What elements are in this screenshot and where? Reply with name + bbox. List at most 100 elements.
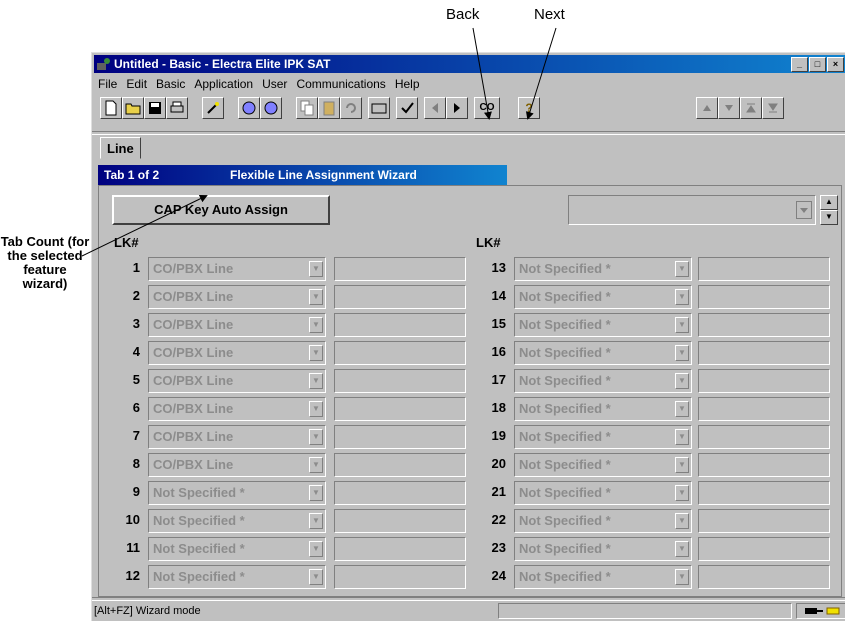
menu-user[interactable]: User (262, 75, 287, 93)
line-key-type-dropdown[interactable]: Not Specified * ▼ (514, 285, 692, 309)
line-key-type-dropdown[interactable]: CO/PBX Line ▼ (148, 369, 326, 393)
line-key-type-dropdown[interactable]: Not Specified * ▼ (514, 425, 692, 449)
line-key-type-dropdown[interactable]: CO/PBX Line ▼ (148, 425, 326, 449)
line-key-extra-field[interactable] (334, 509, 466, 533)
chevron-down-icon[interactable]: ▼ (309, 261, 323, 277)
scroll-down-icon[interactable] (718, 97, 740, 119)
menu-application[interactable]: Application (194, 75, 253, 93)
spin-down-icon[interactable]: ▼ (820, 210, 838, 225)
line-key-type-dropdown[interactable]: CO/PBX Line ▼ (148, 285, 326, 309)
line-key-extra-field[interactable] (698, 509, 830, 533)
menu-basic[interactable]: Basic (156, 75, 185, 93)
chevron-down-icon[interactable]: ▼ (309, 345, 323, 361)
chevron-down-icon[interactable]: ▼ (675, 401, 689, 417)
chevron-down-icon[interactable]: ▼ (309, 457, 323, 473)
new-file-icon[interactable] (100, 97, 122, 119)
line-key-extra-field[interactable] (334, 369, 466, 393)
line-key-type-dropdown[interactable]: CO/PBX Line ▼ (148, 453, 326, 477)
line-key-type-dropdown[interactable]: CO/PBX Line ▼ (148, 257, 326, 281)
menu-communications[interactable]: Communications (296, 75, 385, 93)
line-key-extra-field[interactable] (334, 453, 466, 477)
wizard-wand-icon[interactable] (202, 97, 224, 119)
line-key-extra-field[interactable] (698, 565, 830, 589)
line-key-type-dropdown[interactable]: Not Specified * ▼ (514, 341, 692, 365)
line-key-type-dropdown[interactable]: CO/PBX Line ▼ (148, 397, 326, 421)
save-icon[interactable] (144, 97, 166, 119)
line-key-type-dropdown[interactable]: CO/PBX Line ▼ (148, 313, 326, 337)
line-key-extra-field[interactable] (698, 257, 830, 281)
line-key-extra-field[interactable] (334, 285, 466, 309)
chevron-down-icon[interactable]: ▼ (309, 485, 323, 501)
chevron-down-icon[interactable]: ▼ (309, 541, 323, 557)
line-key-type-dropdown[interactable]: Not Specified * ▼ (514, 481, 692, 505)
spin-control[interactable]: ▲ ▼ (820, 195, 838, 225)
download-icon[interactable] (260, 97, 282, 119)
chevron-down-icon[interactable]: ▼ (309, 289, 323, 305)
chevron-down-icon[interactable]: ▼ (675, 485, 689, 501)
line-key-extra-field[interactable] (334, 313, 466, 337)
line-key-extra-field[interactable] (698, 537, 830, 561)
spin-up-icon[interactable]: ▲ (820, 195, 838, 210)
back-arrow-icon[interactable] (424, 97, 446, 119)
line-key-extra-field[interactable] (698, 313, 830, 337)
line-key-type-dropdown[interactable]: Not Specified * ▼ (514, 537, 692, 561)
chevron-down-icon[interactable]: ▼ (309, 513, 323, 529)
maximize-button[interactable]: □ (809, 57, 826, 72)
line-key-type-dropdown[interactable]: Not Specified * ▼ (514, 509, 692, 533)
line-key-extra-field[interactable] (698, 453, 830, 477)
undo-icon[interactable] (340, 97, 362, 119)
chevron-down-icon[interactable]: ▼ (309, 429, 323, 445)
chevron-down-icon[interactable]: ▼ (675, 317, 689, 333)
line-key-extra-field[interactable] (698, 285, 830, 309)
line-key-type-dropdown[interactable]: Not Specified * ▼ (514, 313, 692, 337)
line-key-extra-field[interactable] (334, 397, 466, 421)
line-key-type-dropdown[interactable]: Not Specified * ▼ (148, 509, 326, 533)
line-key-type-dropdown[interactable]: Not Specified * ▼ (514, 369, 692, 393)
line-key-type-dropdown[interactable]: Not Specified * ▼ (148, 537, 326, 561)
line-key-type-dropdown[interactable]: Not Specified * ▼ (514, 453, 692, 477)
line-key-extra-field[interactable] (698, 341, 830, 365)
open-folder-icon[interactable] (122, 97, 144, 119)
line-key-extra-field[interactable] (334, 565, 466, 589)
line-key-type-dropdown[interactable]: Not Specified * ▼ (148, 481, 326, 505)
line-key-extra-field[interactable] (334, 537, 466, 561)
cap-key-auto-assign-button[interactable]: CAP Key Auto Assign (112, 195, 330, 225)
close-button[interactable]: × (827, 57, 844, 72)
chevron-down-icon[interactable]: ▼ (675, 289, 689, 305)
check-icon[interactable] (396, 97, 418, 119)
menu-edit[interactable]: Edit (126, 75, 147, 93)
scroll-up-icon[interactable] (696, 97, 718, 119)
line-key-type-dropdown[interactable]: CO/PBX Line ▼ (148, 341, 326, 365)
copy-icon[interactable] (296, 97, 318, 119)
chevron-down-icon[interactable]: ▼ (675, 569, 689, 585)
menu-help[interactable]: Help (395, 75, 420, 93)
scroll-top-icon[interactable] (740, 97, 762, 119)
next-arrow-icon[interactable] (446, 97, 468, 119)
line-key-type-dropdown[interactable]: Not Specified * ▼ (514, 565, 692, 589)
line-key-type-dropdown[interactable]: Not Specified * ▼ (514, 397, 692, 421)
line-key-extra-field[interactable] (334, 481, 466, 505)
chevron-down-icon[interactable]: ▼ (309, 401, 323, 417)
print-icon[interactable] (166, 97, 188, 119)
chevron-down-icon[interactable]: ▼ (309, 317, 323, 333)
chevron-down-icon[interactable]: ▼ (675, 261, 689, 277)
line-key-extra-field[interactable] (698, 425, 830, 449)
menu-file[interactable]: File (98, 75, 117, 93)
line-key-extra-field[interactable] (698, 481, 830, 505)
line-key-type-dropdown[interactable]: Not Specified * ▼ (148, 565, 326, 589)
line-key-extra-field[interactable] (334, 257, 466, 281)
chevron-down-icon[interactable]: ▼ (675, 429, 689, 445)
tab-line-key[interactable]: Line Key (100, 137, 141, 178)
folder-icon[interactable] (368, 97, 390, 119)
minimize-button[interactable]: _ (791, 57, 808, 72)
wizard-select-dropdown[interactable] (568, 195, 816, 225)
co-icon[interactable]: CO (474, 97, 500, 119)
paste-icon[interactable] (318, 97, 340, 119)
chevron-down-icon[interactable]: ▼ (675, 457, 689, 473)
line-key-extra-field[interactable] (334, 425, 466, 449)
chevron-down-icon[interactable]: ▼ (309, 373, 323, 389)
line-key-extra-field[interactable] (334, 341, 466, 365)
line-key-extra-field[interactable] (698, 369, 830, 393)
chevron-down-icon[interactable]: ▼ (309, 569, 323, 585)
chevron-down-icon[interactable]: ▼ (675, 541, 689, 557)
